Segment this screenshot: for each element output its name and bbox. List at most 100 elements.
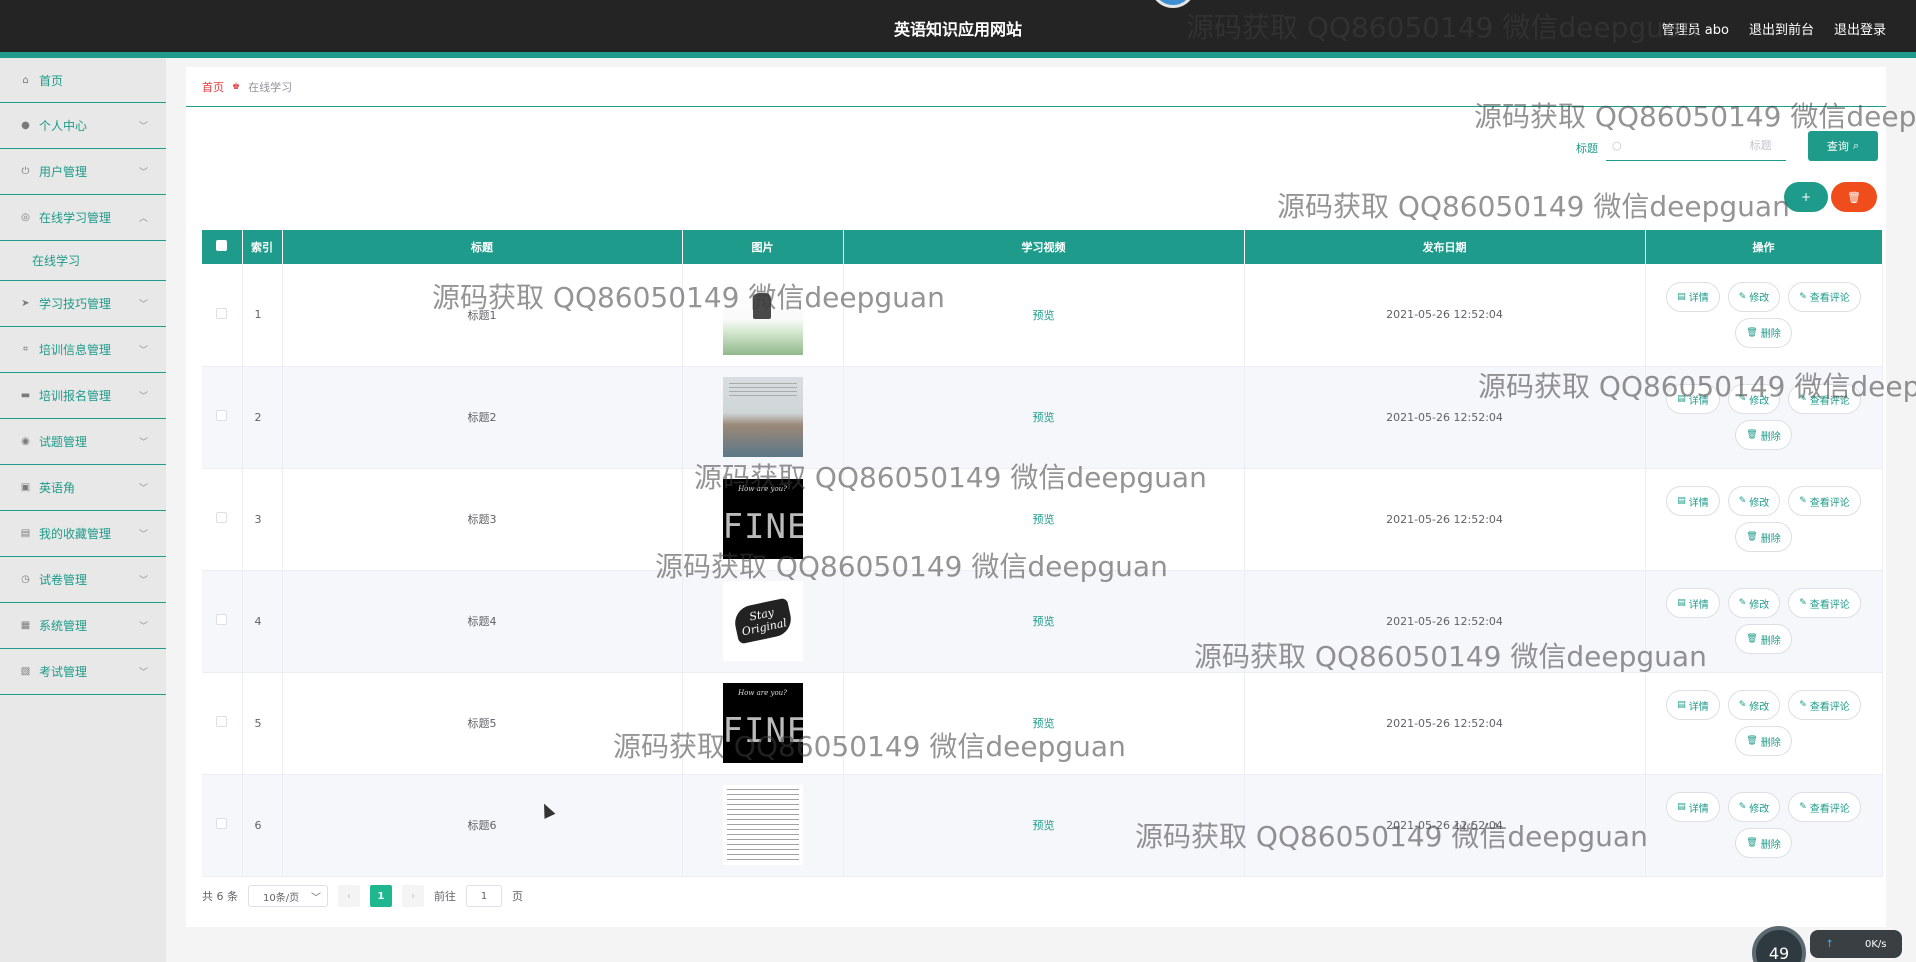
view-comments-button[interactable]: ✎ 查看评论 xyxy=(1788,281,1861,312)
document-icon: ▤ xyxy=(1677,700,1686,710)
sidebar-item-home[interactable]: ⌂ 首页 xyxy=(0,58,166,103)
detail-button[interactable]: ▤ 详情 xyxy=(1666,486,1720,516)
upload-arrow-icon: ↑ xyxy=(1825,938,1834,950)
delete-button[interactable]: 🗑 删除 xyxy=(1735,624,1792,654)
sidebar-item-label: 首页 xyxy=(39,73,64,88)
video-preview-link[interactable]: 预览 xyxy=(1033,411,1055,424)
detail-button[interactable]: ▤ 详情 xyxy=(1666,792,1720,822)
detail-label: 详情 xyxy=(1688,497,1709,509)
video-preview-link[interactable]: 预览 xyxy=(1033,309,1055,322)
view-comments-button[interactable]: ✎ 查看评论 xyxy=(1788,384,1861,414)
row-checkbox[interactable] xyxy=(216,512,228,523)
edit-button[interactable]: ✎ 修改 xyxy=(1727,281,1781,312)
page-size-select[interactable]: 10条/页 ﹀ xyxy=(248,885,328,907)
sidebar-item-training-info[interactable]: ⌗ 培训信息管理 ﹀ xyxy=(0,327,166,373)
goto-page-input[interactable]: 1 xyxy=(466,885,502,907)
row-checkbox[interactable] xyxy=(216,307,228,319)
main-panel: 首页 ♚ 在线学习 标题 ○ 查询 ⌕ + 🗑 索引 标题 图片 学习视频 发布… xyxy=(186,67,1886,927)
select-all-checkbox[interactable] xyxy=(216,240,228,251)
row-checkbox[interactable] xyxy=(216,716,228,727)
edit-button[interactable]: ✎ 修改 xyxy=(1727,588,1781,618)
chevron-right-icon: › xyxy=(411,890,415,902)
edit-icon: ✎ xyxy=(1799,700,1807,710)
sidebar-item-exam-management[interactable]: ▧ 考试管理 ﹀ xyxy=(0,649,166,695)
edit-icon: ✎ xyxy=(1799,291,1807,302)
sidebar-item-study-tips[interactable]: ➤ 学习技巧管理 ﹀ xyxy=(0,281,166,327)
clipboard-icon: ▦ xyxy=(20,620,31,631)
column-header-actions: 操作 xyxy=(1645,230,1883,264)
learning-table: 索引 标题 图片 学习视频 发布日期 操作 1 标题1 预览 2021-05-2… xyxy=(202,230,1883,877)
column-header-title: 标题 xyxy=(282,230,683,264)
detail-button[interactable]: ▤ 详情 xyxy=(1666,690,1720,720)
row-checkbox[interactable] xyxy=(216,818,228,829)
home-icon: ⌂ xyxy=(22,74,29,86)
row-thumbnail xyxy=(722,377,803,457)
delete-button[interactable]: 🗑 删除 xyxy=(1735,522,1792,552)
detail-button[interactable]: ▤ 详情 xyxy=(1666,384,1720,414)
sidebar-item-favorites[interactable]: ▤ 我的收藏管理 ﹀ xyxy=(0,511,166,557)
edit-icon: ✎ xyxy=(1738,700,1747,710)
breadcrumb-home[interactable]: 首页 xyxy=(202,79,224,95)
document-icon: ▤ xyxy=(1677,394,1686,404)
trash-icon: 🗑 xyxy=(1746,532,1758,542)
sidebar-item-question-management[interactable]: ◉ 试题管理 ﹀ xyxy=(0,419,166,465)
sidebar-item-exam-papers[interactable]: ◷ 试卷管理 ﹀ xyxy=(0,557,166,603)
sidebar-item-label: 试题管理 xyxy=(39,435,88,449)
chevron-down-icon: ﹀ xyxy=(311,892,321,904)
edit-button[interactable]: ✎ 修改 xyxy=(1727,690,1781,720)
sidebar-item-system[interactable]: ▦ 系统管理 ﹀ xyxy=(0,603,166,649)
next-page-button[interactable]: › xyxy=(402,885,424,907)
delete-button[interactable]: 🗑 删除 xyxy=(1735,726,1792,756)
sidebar-item-online-learning-management[interactable]: ◎ 在线学习管理 ︿ xyxy=(0,195,166,241)
video-preview-link[interactable]: 预览 xyxy=(1033,819,1055,832)
edit-button[interactable]: ✎ 修改 xyxy=(1727,384,1781,414)
view-comments-button[interactable]: ✎ 查看评论 xyxy=(1788,792,1861,822)
row-checkbox[interactable] xyxy=(216,410,228,421)
video-preview-link[interactable]: 预览 xyxy=(1033,513,1055,526)
sidebar-item-english-corner[interactable]: ▣ 英语角 ﹀ xyxy=(0,465,166,511)
edit-button[interactable]: ✎ 修改 xyxy=(1727,792,1781,822)
row-thumbnail xyxy=(722,274,803,355)
select-all-header[interactable] xyxy=(202,230,243,264)
sidebar-item-training-signup[interactable]: ▬ 培训报名管理 ﹀ xyxy=(0,373,166,419)
front-site-link[interactable]: 退出到前台 xyxy=(1749,19,1814,38)
add-button[interactable]: + xyxy=(1784,182,1828,212)
page-number-current[interactable]: 1 xyxy=(370,885,392,907)
view-comments-button[interactable]: ✎ 查看评论 xyxy=(1788,486,1861,516)
video-preview-link[interactable]: 预览 xyxy=(1033,717,1055,730)
search-title-input[interactable] xyxy=(1621,139,1772,152)
pagination: 共 6 条 10条/页 ﹀ ‹ 1 › 前往 1 页 xyxy=(202,885,523,907)
detail-button[interactable]: ▤ 详情 xyxy=(1666,588,1720,618)
sidebar-item-personal-center[interactable]: ● 个人中心 ﹀ xyxy=(0,103,166,149)
query-button[interactable]: 查询 ⌕ xyxy=(1808,131,1878,161)
logout-link[interactable]: 退出登录 xyxy=(1834,19,1886,38)
batch-delete-button[interactable]: 🗑 xyxy=(1831,182,1877,212)
search-title-label: 标题 xyxy=(1576,142,1598,155)
sidebar-subitem-label: 在线学习 xyxy=(32,254,81,268)
detail-button[interactable]: ▤ 详情 xyxy=(1666,281,1720,312)
video-preview-link[interactable]: 预览 xyxy=(1033,615,1055,628)
view-comments-button[interactable]: ✎ 查看评论 xyxy=(1788,588,1861,618)
total-count: 共 6 条 xyxy=(202,890,238,903)
query-button-label: 查询 xyxy=(1826,140,1849,153)
prev-page-button[interactable]: ‹ xyxy=(338,885,360,907)
column-header-date: 发布日期 xyxy=(1244,230,1646,264)
edit-button[interactable]: ✎ 修改 xyxy=(1727,486,1781,516)
plus-icon: + xyxy=(1800,190,1812,204)
chevron-down-icon: ﹀ xyxy=(138,346,148,356)
row-title: 标题2 xyxy=(282,366,683,469)
view-comments-label: 查看评论 xyxy=(1809,395,1850,407)
sidebar-subitem-online-learning[interactable]: 在线学习 xyxy=(0,241,166,281)
delete-button[interactable]: 🗑 删除 xyxy=(1735,317,1792,348)
row-title: 标题4 xyxy=(282,570,683,673)
page-suffix-label: 页 xyxy=(512,890,523,903)
table-header-row: 索引 标题 图片 学习视频 发布日期 操作 xyxy=(202,230,1883,264)
delete-button[interactable]: 🗑 删除 xyxy=(1735,828,1792,858)
sidebar-item-user-management[interactable]: ⏻ 用户管理 ﹀ xyxy=(0,149,166,195)
delete-button[interactable]: 🗑 删除 xyxy=(1735,420,1792,450)
table-row: 5 标题5 How are you? FINE 预览 2021-05-26 12:… xyxy=(202,672,1883,775)
view-comments-button[interactable]: ✎ 查看评论 xyxy=(1788,690,1861,720)
sidebar: ⌂ 首页 ● 个人中心 ﹀ ⏻ 用户管理 ﹀ ◎ 在线学习管理 ︿ 在线学习 ➤… xyxy=(0,58,166,962)
row-image-cell: How are you? FINE xyxy=(682,672,844,775)
row-checkbox[interactable] xyxy=(216,614,228,625)
